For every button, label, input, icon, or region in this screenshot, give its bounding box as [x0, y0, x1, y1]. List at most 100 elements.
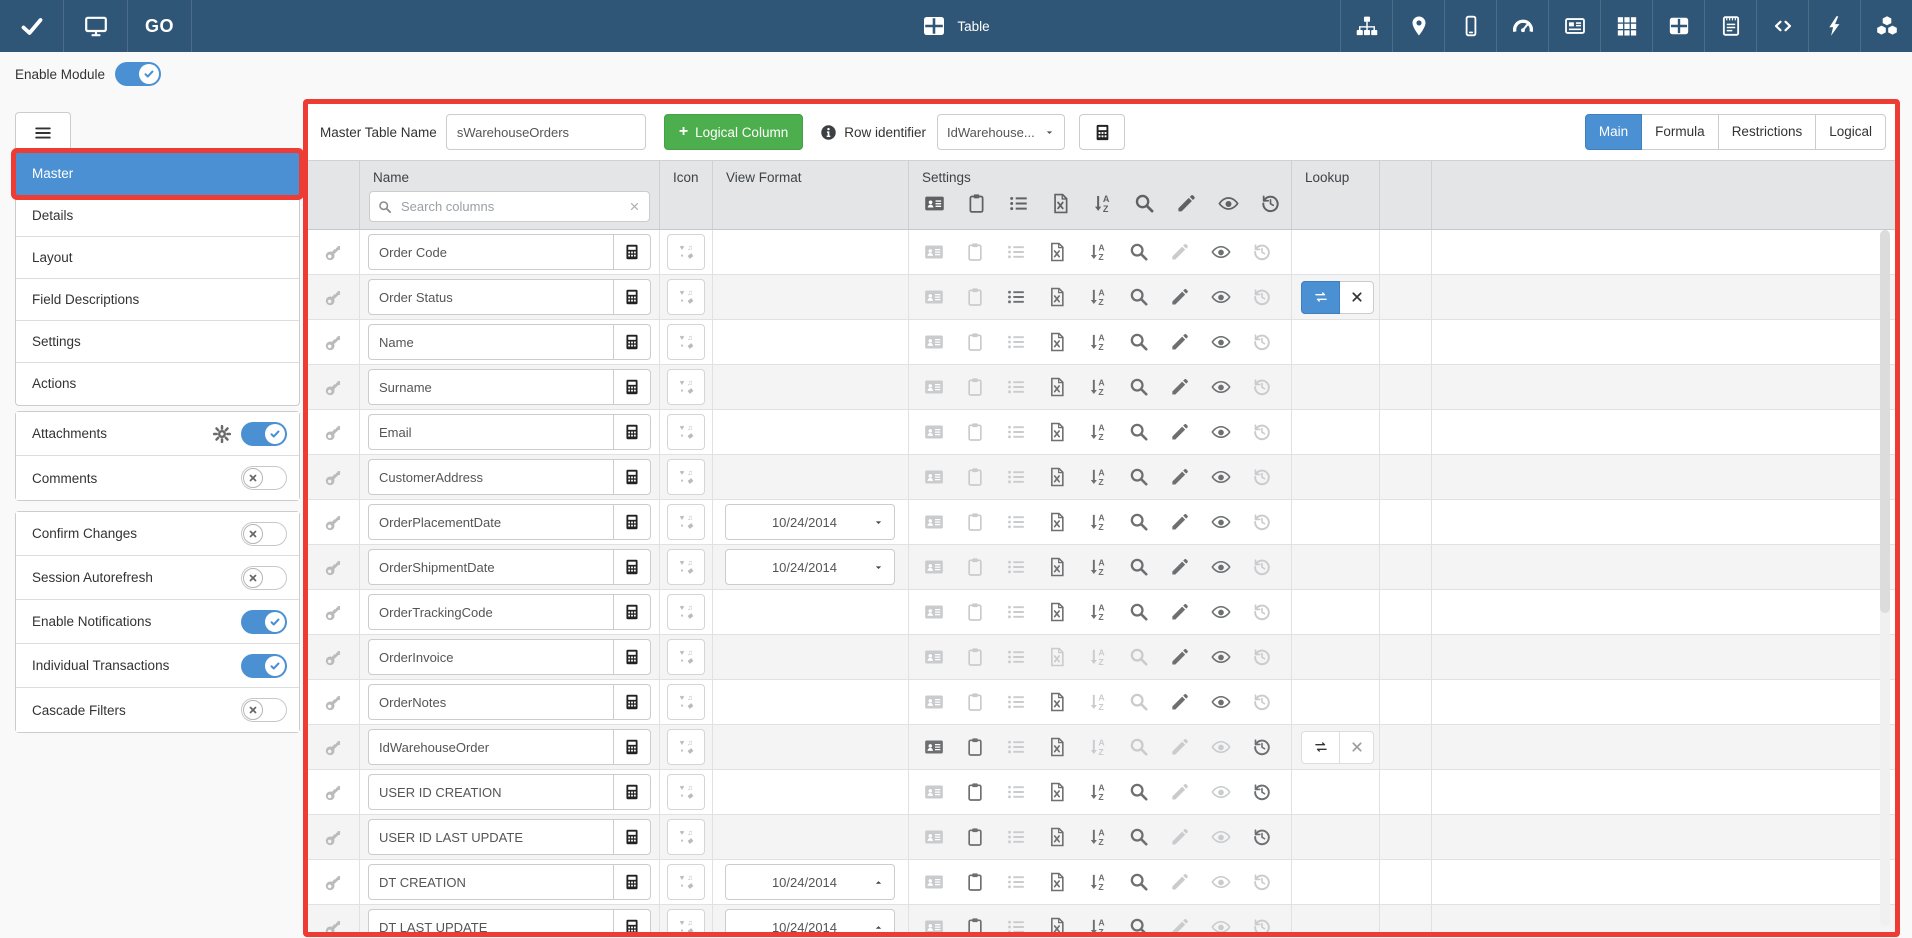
sort-alpha-icon[interactable]: AZ: [1088, 512, 1108, 532]
eye-icon[interactable]: [1211, 242, 1231, 262]
search-icon[interactable]: [1129, 872, 1149, 892]
icon-picker-button[interactable]: ♥ ♫ ▪ ◆: [667, 324, 705, 360]
column-name-input[interactable]: [368, 729, 613, 765]
search-icon[interactable]: [1129, 737, 1149, 757]
calculator-button[interactable]: [613, 369, 651, 405]
eye-icon[interactable]: [1211, 692, 1231, 712]
pencil-icon[interactable]: [1170, 287, 1190, 307]
gear-icon[interactable]: [212, 424, 232, 444]
list-icon[interactable]: [1006, 917, 1026, 932]
individual-transactions-toggle[interactable]: [241, 653, 287, 678]
history-icon[interactable]: [1252, 377, 1272, 397]
excel-file-icon[interactable]: [1047, 692, 1067, 712]
eye-icon[interactable]: [1211, 827, 1231, 847]
eye-icon[interactable]: [1211, 377, 1231, 397]
tab-formula[interactable]: Formula: [1641, 114, 1719, 150]
pencil-icon[interactable]: [1170, 692, 1190, 712]
view-format-select[interactable]: 10/24/2014: [725, 909, 895, 932]
history-icon[interactable]: [1252, 602, 1272, 622]
eye-icon[interactable]: [1218, 193, 1239, 214]
list-icon[interactable]: [1006, 872, 1026, 892]
excel-file-icon[interactable]: [1047, 557, 1067, 577]
sort-alpha-icon[interactable]: AZ: [1088, 242, 1108, 262]
id-card-icon[interactable]: [924, 422, 944, 442]
clipboard-icon[interactable]: [965, 332, 985, 352]
sort-alpha-icon[interactable]: AZ: [1088, 377, 1108, 397]
eye-icon[interactable]: [1211, 872, 1231, 892]
id-card-icon[interactable]: [924, 332, 944, 352]
eye-icon[interactable]: [1211, 512, 1231, 532]
clipboard-icon[interactable]: [965, 692, 985, 712]
pencil-icon[interactable]: [1170, 827, 1190, 847]
list-icon[interactable]: [1006, 602, 1026, 622]
column-name-input[interactable]: [368, 459, 613, 495]
icon-picker-button[interactable]: ♥ ♫ ▪ ◆: [667, 414, 705, 450]
icon-picker-button[interactable]: ♥ ♫ ▪ ◆: [667, 774, 705, 810]
calculator-button[interactable]: [613, 549, 651, 585]
column-name-input[interactable]: [368, 234, 613, 270]
calculator-button[interactable]: [613, 729, 651, 765]
search-icon[interactable]: [1129, 782, 1149, 802]
pencil-icon[interactable]: [1170, 917, 1190, 932]
grid-icon-button[interactable]: [1600, 0, 1652, 52]
search-icon[interactable]: [1129, 692, 1149, 712]
cubes-icon-button[interactable]: [1860, 0, 1912, 52]
history-icon[interactable]: [1252, 467, 1272, 487]
icon-picker-button[interactable]: ♥ ♫ ▪ ◆: [667, 279, 705, 315]
calculator-button[interactable]: [613, 639, 651, 675]
map-marker-icon-button[interactable]: [1392, 0, 1444, 52]
history-icon[interactable]: [1252, 827, 1272, 847]
sidebar-item-settings[interactable]: Settings: [16, 321, 299, 363]
history-icon[interactable]: [1252, 557, 1272, 577]
dashboard-icon-button[interactable]: [1496, 0, 1548, 52]
sort-alpha-icon[interactable]: AZ: [1088, 917, 1108, 932]
column-name-input[interactable]: [368, 549, 613, 585]
bolt-icon-button[interactable]: [1808, 0, 1860, 52]
history-icon[interactable]: [1252, 782, 1272, 802]
lookup-exchange-button[interactable]: [1301, 730, 1340, 764]
icon-picker-button[interactable]: ♥ ♫ ▪ ◆: [667, 549, 705, 585]
clipboard-icon[interactable]: [965, 377, 985, 397]
clipboard-icon[interactable]: [966, 193, 987, 214]
search-icon[interactable]: [1129, 377, 1149, 397]
icon-picker-button[interactable]: ♥ ♫ ▪ ◆: [667, 729, 705, 765]
search-columns-input[interactable]: [399, 198, 621, 215]
history-icon[interactable]: [1252, 332, 1272, 352]
clear-search-icon[interactable]: [628, 200, 641, 213]
column-name-input[interactable]: [368, 639, 613, 675]
list-icon[interactable]: [1008, 193, 1029, 214]
list-icon[interactable]: [1006, 287, 1026, 307]
id-card-icon[interactable]: [924, 692, 944, 712]
sort-alpha-icon[interactable]: AZ: [1088, 332, 1108, 352]
list-icon[interactable]: [1006, 332, 1026, 352]
id-card-icon[interactable]: [924, 602, 944, 622]
tab-restrictions[interactable]: Restrictions: [1717, 114, 1817, 150]
column-name-input[interactable]: [368, 774, 613, 810]
id-card-icon[interactable]: [924, 287, 944, 307]
history-icon[interactable]: [1252, 422, 1272, 442]
pencil-icon[interactable]: [1170, 422, 1190, 442]
id-card-icon[interactable]: [924, 917, 944, 932]
icon-picker-button[interactable]: ♥ ♫ ▪ ◆: [667, 909, 705, 932]
search-icon[interactable]: [1129, 332, 1149, 352]
excel-file-icon[interactable]: [1047, 872, 1067, 892]
eye-icon[interactable]: [1211, 647, 1231, 667]
clipboard-icon[interactable]: [965, 512, 985, 532]
history-icon[interactable]: [1252, 917, 1272, 932]
session-autorefresh-toggle[interactable]: [241, 565, 287, 590]
list-icon[interactable]: [1006, 782, 1026, 802]
excel-file-icon[interactable]: [1047, 422, 1067, 442]
pencil-icon[interactable]: [1170, 467, 1190, 487]
sidebar-item-actions[interactable]: Actions: [16, 363, 299, 405]
search-icon[interactable]: [1129, 647, 1149, 667]
eye-icon[interactable]: [1211, 287, 1231, 307]
eye-icon[interactable]: [1211, 737, 1231, 757]
icon-picker-button[interactable]: ♥ ♫ ▪ ◆: [667, 459, 705, 495]
sort-alpha-icon[interactable]: AZ: [1088, 647, 1108, 667]
id-card-icon[interactable]: [924, 872, 944, 892]
eye-icon[interactable]: [1211, 467, 1231, 487]
search-icon[interactable]: [1129, 242, 1149, 262]
id-card-icon[interactable]: [924, 467, 944, 487]
pencil-icon[interactable]: [1170, 872, 1190, 892]
clipboard-icon[interactable]: [965, 647, 985, 667]
